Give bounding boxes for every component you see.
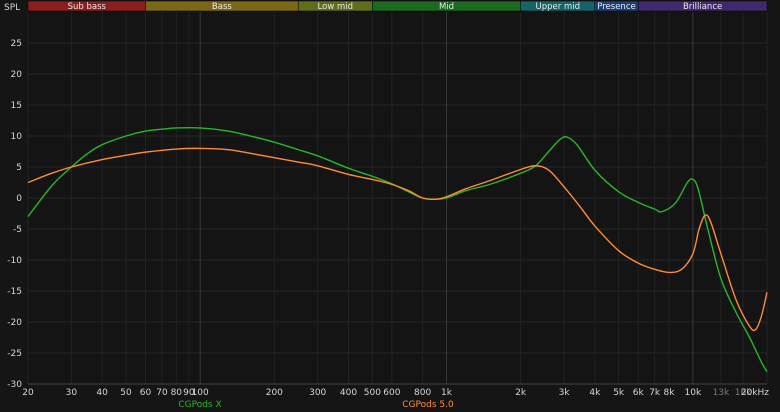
x-tick-label: 1k xyxy=(441,388,453,398)
x-tick-label: 7k xyxy=(649,388,661,398)
band-label: Brilliance xyxy=(683,2,722,12)
x-tick-label: 60 xyxy=(140,388,152,398)
y-axis-ticks: 25 20 15 10 5 0 -5 -10 -15 -20 -25 -30 xyxy=(7,39,22,390)
x-tick-label: 20kHz xyxy=(741,388,769,398)
frequency-bands: Sub bass Bass Low mid Mid Upper mid Presence B… xyxy=(27,0,768,12)
x-tick-label: 5k xyxy=(613,388,625,398)
frequency-response-chart: Sub bass Bass Low mid Mid Upper mid Presence B… xyxy=(4,0,769,410)
x-tick-label: 500 xyxy=(364,388,381,398)
y-tick-label: 15 xyxy=(11,101,22,111)
legend-entry: CGPods X xyxy=(178,400,221,410)
y-tick-label: -10 xyxy=(7,256,22,266)
band-label: Sub bass xyxy=(68,2,107,12)
x-tick-label: 2k xyxy=(515,388,527,398)
band-label: Upper mid xyxy=(536,2,580,12)
x-tick-label: 8k xyxy=(663,388,675,398)
x-tick-label: 40 xyxy=(96,388,108,398)
y-tick-label: 10 xyxy=(11,132,23,142)
x-tick-label: 600 xyxy=(383,388,400,398)
x-tick-label: 50 xyxy=(120,388,132,398)
x-axis-ticks: 20 30 40 50 60 70 80 90100 200 300 400 500 600 800 1k 2… xyxy=(22,388,769,398)
x-tick-label: 200 xyxy=(266,388,283,398)
y-tick-label: -20 xyxy=(7,318,22,328)
y-tick-label: 20 xyxy=(11,70,23,80)
y-tick-label: 5 xyxy=(16,163,22,173)
x-tick-label: 70 xyxy=(156,388,168,398)
x-tick-label: 13k xyxy=(713,388,730,398)
band-label: Bass xyxy=(212,2,232,12)
band-label: Presence xyxy=(597,2,635,12)
x-tick-label: 20 xyxy=(22,388,34,398)
x-tick-label: 10k xyxy=(685,388,702,398)
legend-entry: CGPods 5.0 xyxy=(402,400,454,410)
x-tick-label: 4k xyxy=(589,388,601,398)
y-tick-label: 25 xyxy=(11,39,22,49)
y-tick-label: 0 xyxy=(16,194,22,204)
x-tick-label: 6k xyxy=(633,388,645,398)
y-tick-label: -5 xyxy=(13,225,22,235)
band-label: Mid xyxy=(439,2,454,12)
y-tick-label: -30 xyxy=(7,380,22,390)
x-tick-label: 300 xyxy=(309,388,326,398)
band-label: Low mid xyxy=(318,2,353,12)
x-tick-label: 100 xyxy=(192,388,209,398)
x-tick-label: 80 xyxy=(171,388,183,398)
y-tick-label: -25 xyxy=(7,349,22,359)
x-tick-label: 800 xyxy=(414,388,431,398)
x-tick-label: 400 xyxy=(340,388,357,398)
y-tick-label: -15 xyxy=(7,287,22,297)
x-tick-label: 30 xyxy=(66,388,78,398)
x-tick-label: 3k xyxy=(559,388,571,398)
legend: CGPods X CGPods 5.0 xyxy=(178,400,454,410)
y-axis-label: SPL xyxy=(4,3,20,13)
